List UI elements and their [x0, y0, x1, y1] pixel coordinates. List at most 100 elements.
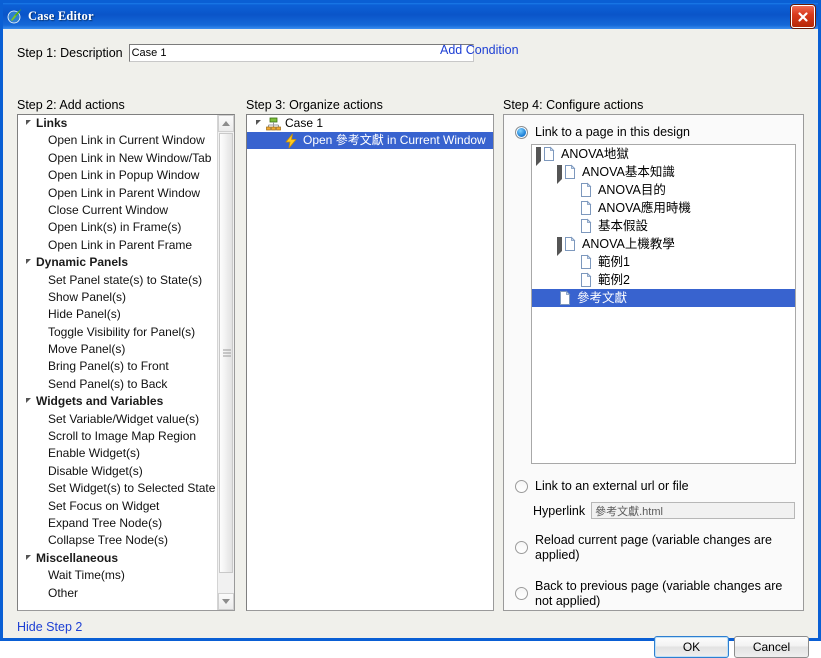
action-item-row[interactable]: Open Link in Current Window [18, 132, 217, 149]
action-item-label: Open Link in New Window/Tab [48, 150, 212, 165]
action-item-row[interactable]: Set Focus on Widget [18, 498, 217, 515]
description-input[interactable] [128, 44, 474, 62]
hyperlink-row: Hyperlink [533, 502, 796, 519]
organize-tree-row[interactable]: Case 1 [247, 115, 493, 132]
page-tree-row-label: ANOVA目的 [598, 183, 666, 197]
action-item-row[interactable]: Open Link in Popup Window [18, 167, 217, 184]
case-editor-window: Case Editor Step 1: Description Add Cond… [0, 0, 821, 658]
action-item-row[interactable]: Set Variable/Widget value(s) [18, 411, 217, 428]
page-tree-row[interactable]: ANOVA應用時機 [532, 199, 795, 217]
cancel-button[interactable]: Cancel [734, 636, 809, 658]
action-item-row[interactable]: Open Link(s) in Frame(s) [18, 219, 217, 236]
action-item-label: Wait Time(ms) [48, 568, 125, 583]
step1-row: Step 1: Description [17, 43, 474, 63]
window-titlebar: Case Editor [3, 3, 818, 29]
axure-logo-icon [7, 8, 23, 24]
action-item-label: Move Panel(s) [48, 342, 126, 357]
action-item-row[interactable]: Wait Time(ms) [18, 567, 217, 584]
page-tree-row[interactable]: 範例2 [532, 271, 795, 289]
action-group-row[interactable]: Dynamic Panels [18, 254, 217, 271]
action-item-row[interactable]: Disable Widget(s) [18, 463, 217, 480]
action-item-row[interactable]: Collapse Tree Node(s) [18, 532, 217, 549]
option-link-to-page[interactable]: Link to a page in this design [515, 125, 690, 140]
organize-tree-row[interactable]: Open 參考文獻 in Current Window [247, 132, 493, 149]
action-group-row[interactable]: Links [18, 115, 217, 132]
step4-heading: Step 4: Configure actions [503, 98, 644, 112]
page-document-icon [562, 164, 578, 180]
hyperlink-input[interactable] [591, 502, 796, 519]
action-item-row[interactable]: Close Current Window [18, 202, 217, 219]
expander-triangle-icon[interactable] [22, 398, 35, 404]
organize-tree-row-label: Open 參考文獻 in Current Window [303, 133, 486, 147]
expander-triangle-icon[interactable] [22, 554, 35, 561]
radio-reload-page-icon[interactable] [515, 541, 528, 554]
action-item-row[interactable]: Move Panel(s) [18, 341, 217, 358]
scroll-down-arrow-icon[interactable] [218, 593, 234, 610]
action-item-label: Enable Widget(s) [48, 446, 141, 461]
page-tree-row[interactable]: 基本假設 [532, 217, 795, 235]
action-item-label: Open Link in Current Window [48, 133, 205, 148]
option-reload-page-label: Reload current page (variable changes ar… [535, 533, 772, 562]
action-item-row[interactable]: Open Link in Parent Frame [18, 237, 217, 254]
page-tree-row-label: 範例1 [598, 255, 630, 269]
action-item-label: Set Variable/Widget value(s) [48, 411, 200, 426]
page-tree-row[interactable]: 範例1 [532, 253, 795, 271]
action-item-row[interactable]: Send Panel(s) to Back [18, 376, 217, 393]
page-tree-row-label: 範例2 [598, 273, 630, 287]
page-document-icon [578, 254, 594, 270]
actions-listbox[interactable]: Links Open Link in Current Window Open Lin… [17, 114, 235, 611]
lightning-bolt-icon [283, 133, 299, 149]
action-item-label: Toggle Visibility for Panel(s) [48, 324, 196, 339]
action-item-row[interactable]: Expand Tree Node(s) [18, 515, 217, 532]
action-item-row[interactable]: Set Panel state(s) to State(s) [18, 272, 217, 289]
radio-link-to-page-icon[interactable] [515, 126, 528, 139]
action-item-row[interactable]: Enable Widget(s) [18, 445, 217, 462]
actions-scrollbar[interactable] [217, 115, 234, 610]
action-item-row[interactable]: Bring Panel(s) to Front [18, 358, 217, 375]
case-node-icon [265, 116, 281, 132]
action-item-label: Set Widget(s) to Selected State [48, 481, 216, 496]
organize-actions-tree[interactable]: Case 1 Open 參考文獻 in Current Window [246, 114, 494, 611]
configure-actions-panel: Link to a page in this design ANOVA地獄 ANO… [503, 114, 804, 611]
expander-triangle-icon[interactable] [251, 120, 265, 126]
action-item-label: Open Link in Popup Window [48, 168, 200, 183]
page-document-icon [557, 290, 573, 306]
page-tree-row[interactable]: ANOVA目的 [532, 181, 795, 199]
page-tree-row-label: ANOVA基本知識 [582, 165, 675, 179]
design-page-tree[interactable]: ANOVA地獄 ANOVA基本知識 ANOVA目的 ANOVA應用時機基本假設 ANOV… [531, 144, 796, 464]
ok-button[interactable]: OK [654, 636, 729, 658]
action-item-row[interactable]: Other [18, 585, 217, 602]
page-tree-row[interactable]: ANOVA地獄 [532, 145, 795, 166]
option-external-url[interactable]: Link to an external url or file [515, 479, 689, 494]
action-item-row[interactable]: Scroll to Image Map Region [18, 428, 217, 445]
action-group-row[interactable]: Widgets and Variables [18, 393, 217, 410]
action-item-label: Open Link(s) in Frame(s) [48, 220, 182, 235]
action-item-label: Close Current Window [48, 202, 169, 217]
add-condition-link[interactable]: Add Condition [440, 43, 519, 57]
radio-back-to-previous-icon[interactable] [515, 587, 528, 600]
action-item-label: Open Link in Parent Window [48, 185, 201, 200]
page-tree-row-label: ANOVA應用時機 [598, 201, 691, 215]
hide-step2-link[interactable]: Hide Step 2 [17, 620, 82, 634]
expander-triangle-icon[interactable] [22, 259, 35, 265]
page-tree-row[interactable]: ANOVA上機教學 [532, 235, 795, 256]
option-reload-page[interactable]: Reload current page (variable changes ar… [515, 533, 787, 563]
action-group-label: Dynamic Panels [36, 255, 129, 270]
action-item-row[interactable]: Toggle Visibility for Panel(s) [18, 324, 217, 341]
option-back-to-previous[interactable]: Back to previous page (variable changes … [515, 579, 793, 609]
radio-external-url-icon[interactable] [515, 480, 528, 493]
page-tree-row[interactable]: ANOVA基本知識 [532, 163, 795, 184]
action-item-label: Disable Widget(s) [48, 463, 143, 478]
page-tree-row[interactable]: 參考文獻 [532, 289, 795, 307]
close-icon[interactable] [791, 5, 815, 28]
action-item-row[interactable]: Hide Panel(s) [18, 306, 217, 323]
action-item-row[interactable]: Open Link in New Window/Tab [18, 150, 217, 167]
expander-triangle-icon[interactable] [22, 120, 35, 126]
action-item-row[interactable]: Set Widget(s) to Selected State [18, 480, 217, 497]
action-item-label: Other [48, 585, 79, 600]
scroll-up-arrow-icon[interactable] [218, 115, 234, 132]
action-item-row[interactable]: Open Link in Parent Window [18, 185, 217, 202]
action-group-row[interactable]: Miscellaneous [18, 550, 217, 567]
scrollbar-thumb[interactable] [219, 133, 233, 573]
action-item-row[interactable]: Show Panel(s) [18, 289, 217, 306]
